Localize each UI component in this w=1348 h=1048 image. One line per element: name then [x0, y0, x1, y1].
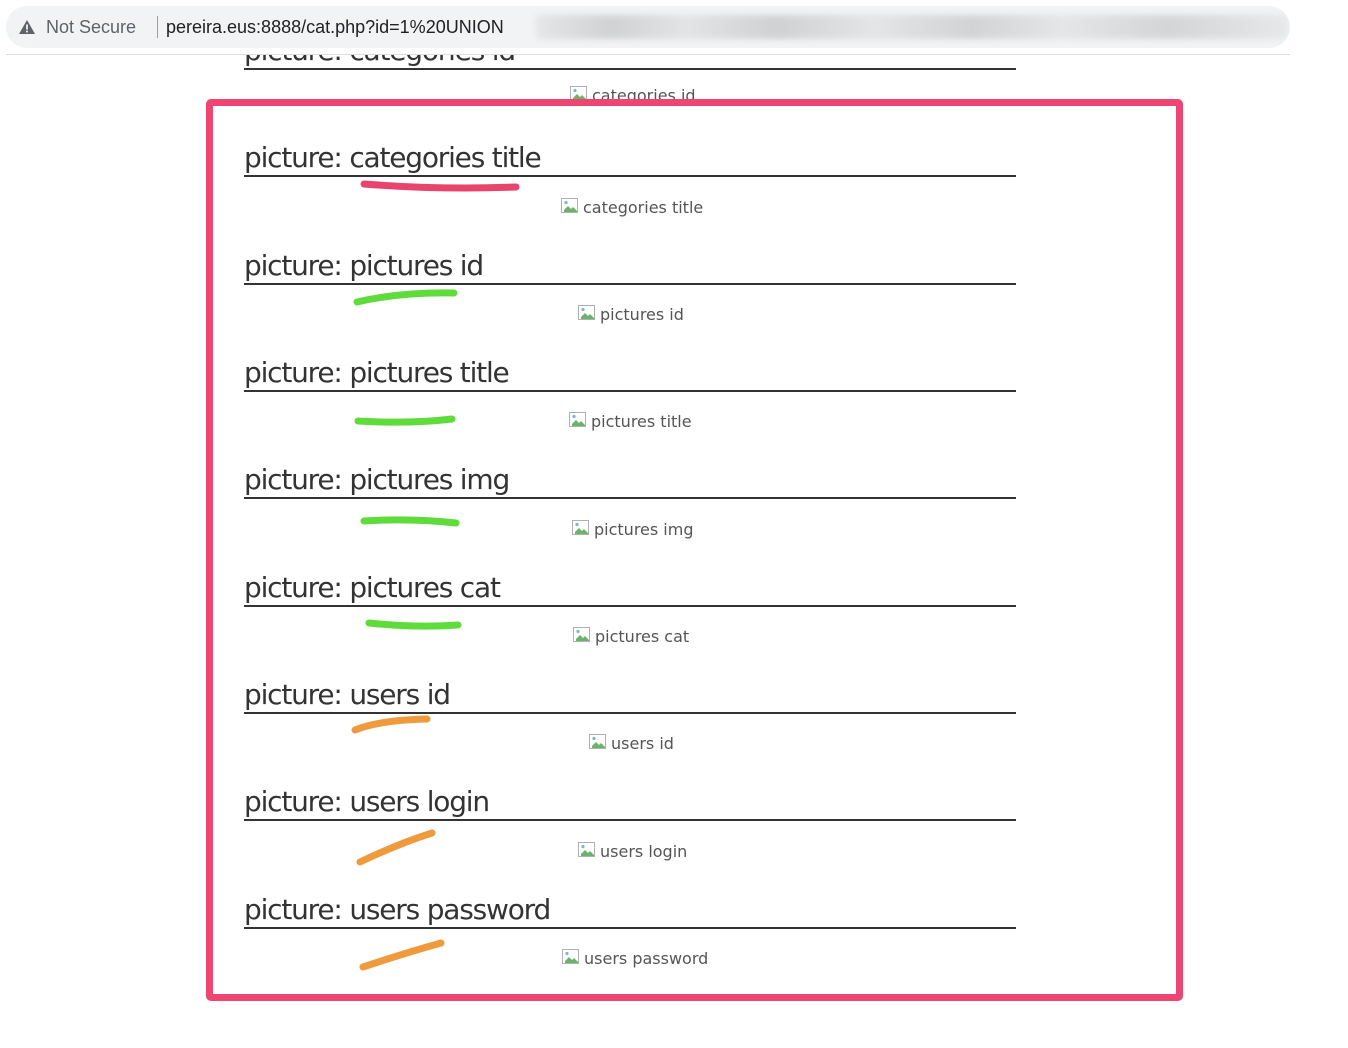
image-alt-text: categories title [583, 198, 704, 217]
image-alt-text: pictures img [594, 520, 694, 539]
broken-image-icon [578, 305, 595, 320]
broken-image-icon [569, 412, 586, 427]
image-alt-text: categories id [592, 86, 696, 105]
broken-image-icon [561, 198, 578, 213]
broken-image-icon [578, 842, 595, 857]
broken-image: pictures cat [573, 627, 689, 647]
picture-heading: picture: categories title [244, 141, 1016, 177]
broken-image: pictures id [578, 305, 684, 325]
image-alt-text: users login [600, 842, 688, 861]
broken-image-icon [572, 520, 589, 535]
partial-section: picture: categories id categories id [0, 55, 1348, 115]
picture-heading: picture: pictures id [244, 249, 1016, 285]
url-redacted-blur [536, 15, 1288, 39]
picture-heading: picture: categories id [244, 55, 1016, 70]
broken-image-icon [589, 734, 606, 749]
broken-image: pictures img [572, 520, 694, 540]
users-underline-mark [351, 715, 431, 734]
broken-image: users id [589, 734, 674, 754]
categories-underline-mark [360, 180, 520, 192]
pictures-underline-mark [353, 289, 458, 306]
image-alt-text: users password [584, 949, 709, 968]
picture-heading: picture: users id [244, 678, 1016, 714]
picture-heading: picture: pictures img [244, 463, 1016, 499]
users-underline-mark [356, 829, 436, 866]
picture-heading: picture: pictures title [244, 356, 1016, 392]
highlight-frame [206, 99, 1183, 1001]
pictures-underline-mark [360, 516, 460, 527]
image-alt-text: users id [611, 734, 674, 753]
picture-heading: picture: users password [244, 893, 1016, 929]
browser-viewport: Not Secure pereira.eus:8888/cat.php?id=1… [0, 0, 1348, 1048]
broken-image-icon [562, 949, 579, 964]
warning-triangle-icon[interactable] [18, 18, 36, 36]
broken-image: users password [562, 949, 708, 969]
pictures-underline-mark [354, 415, 456, 426]
broken-image: pictures title [569, 412, 692, 432]
broken-image-icon [573, 627, 590, 642]
url-text[interactable]: pereira.eus:8888/cat.php?id=1%20UNION [166, 17, 504, 38]
broken-image: categories id [570, 86, 696, 106]
image-alt-text: pictures title [591, 412, 692, 431]
image-alt-text: pictures id [600, 305, 684, 324]
url-divider [157, 16, 158, 38]
pictures-underline-mark [365, 619, 462, 630]
picture-heading: picture: users login [244, 785, 1016, 821]
broken-image-icon [570, 86, 587, 101]
broken-image: categories title [561, 198, 703, 218]
image-alt-text: pictures cat [595, 627, 690, 646]
broken-image: users login [578, 842, 687, 862]
users-underline-mark [359, 939, 445, 971]
not-secure-label[interactable]: Not Secure [46, 17, 136, 38]
address-bar[interactable]: Not Secure pereira.eus:8888/cat.php?id=1… [6, 6, 1290, 48]
picture-heading: picture: pictures cat [244, 571, 1016, 607]
